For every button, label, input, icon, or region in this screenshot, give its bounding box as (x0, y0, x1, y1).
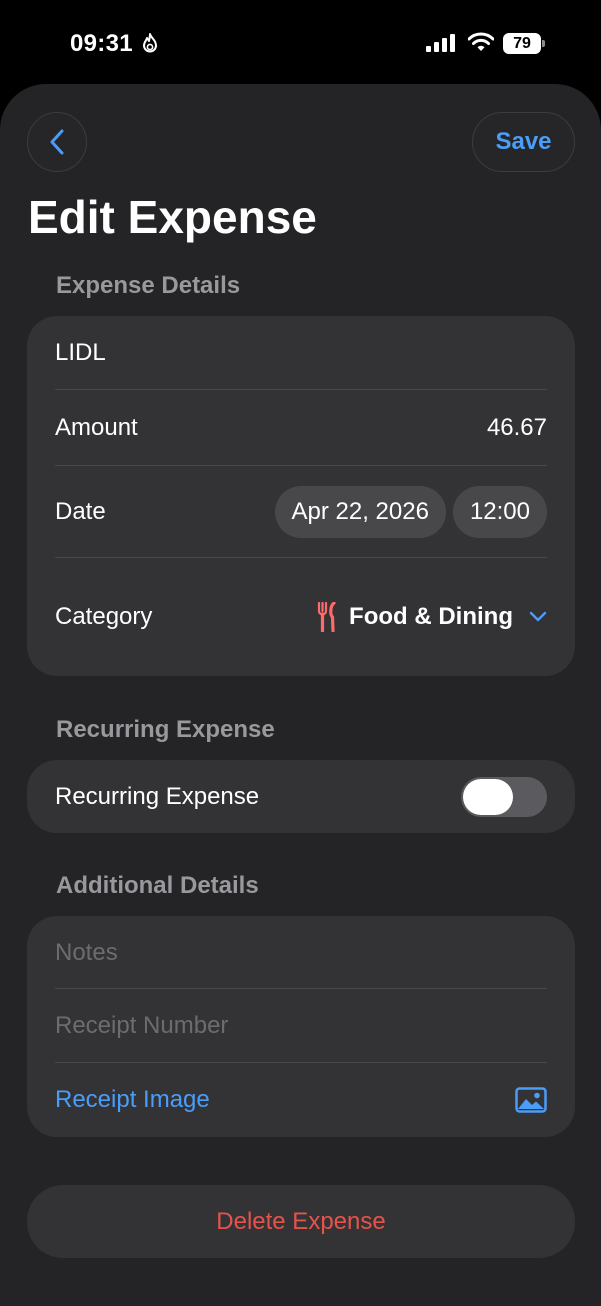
fork-knife-icon (317, 602, 336, 632)
time-picker[interactable]: 12:00 (452, 486, 547, 538)
receipt-image-button[interactable]: Receipt Image (55, 1086, 210, 1114)
amount-row[interactable]: Amount 46.67 (55, 390, 547, 465)
recurring-label: Recurring Expense (55, 782, 260, 810)
receipt-image-row[interactable]: Receipt Image (55, 1063, 547, 1137)
wifi-icon (468, 32, 494, 51)
battery-indicator: 79 (503, 33, 545, 54)
photo-icon[interactable] (515, 1087, 547, 1113)
status-bar: 09:31 79 (0, 0, 601, 84)
name-value[interactable]: LIDL (55, 339, 106, 367)
category-picker[interactable]: Food & Dining (317, 602, 547, 632)
save-button[interactable]: Save (472, 112, 575, 172)
date-label: Date (55, 498, 106, 525)
flame-icon (143, 33, 157, 53)
amount-label: Amount (55, 413, 138, 441)
signal-icon (426, 34, 455, 52)
status-time: 09:31 (70, 30, 133, 57)
back-button[interactable] (27, 112, 87, 172)
notes-field[interactable]: Notes (55, 916, 547, 989)
category-value: Food & Dining (349, 603, 513, 630)
recurring-row: Recurring Expense (55, 760, 547, 833)
date-picker[interactable]: Apr 22, 2026 (274, 486, 446, 538)
section-header-expense-details: Expense Details (56, 272, 241, 299)
name-field[interactable]: LIDL (55, 316, 547, 390)
amount-value[interactable]: 46.67 (487, 414, 547, 442)
chevron-down-icon (529, 611, 547, 622)
receipt-number-field[interactable]: Receipt Number (55, 989, 547, 1063)
recurring-card: Recurring Expense (27, 760, 575, 833)
page-title: Edit Expense (28, 191, 317, 243)
section-header-recurring: Recurring Expense (56, 716, 275, 743)
category-label: Category (55, 603, 153, 630)
recurring-toggle[interactable] (461, 776, 547, 817)
category-row[interactable]: Category Food & Dining (55, 558, 547, 676)
battery-level: 79 (513, 35, 531, 52)
section-header-additional-details: Additional Details (56, 872, 259, 899)
toggle-knob (463, 778, 513, 815)
additional-details-card: Notes Receipt Number Receipt Image (27, 916, 575, 1137)
notes-placeholder[interactable]: Notes (55, 939, 118, 967)
expense-details-card: LIDL Amount 46.67 Date Apr 22, 2026 12:0… (27, 316, 575, 676)
delete-expense-button[interactable]: Delete Expense (27, 1185, 575, 1258)
chevron-left-icon (50, 129, 64, 155)
date-row: Date Apr 22, 2026 12:00 (55, 466, 547, 558)
receipt-number-placeholder[interactable]: Receipt Number (55, 1012, 228, 1040)
